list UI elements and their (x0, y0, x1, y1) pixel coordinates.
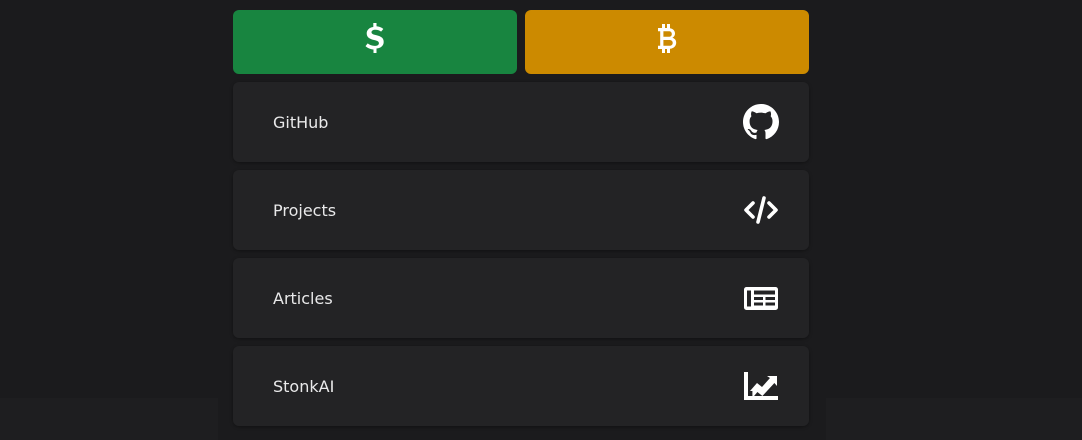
donate-row (233, 10, 809, 74)
bitcoin-icon (655, 22, 679, 62)
dollar-sign-icon (363, 22, 387, 62)
link-label: StonkAI (273, 376, 335, 396)
link-card-articles[interactable]: Articles (233, 258, 809, 338)
links-container: GitHub Projects Articles StonkAI (233, 10, 809, 434)
github-icon (743, 104, 779, 140)
link-label: Projects (273, 200, 337, 220)
link-card-projects[interactable]: Projects (233, 170, 809, 250)
donate-btc-button[interactable] (525, 10, 809, 74)
link-card-github[interactable]: GitHub (233, 82, 809, 162)
link-label: GitHub (273, 112, 329, 132)
chart-line-icon (743, 368, 779, 404)
link-label: Articles (273, 288, 333, 308)
donate-usd-button[interactable] (233, 10, 517, 74)
link-card-stonkai[interactable]: StonkAI (233, 346, 809, 426)
newspaper-icon (743, 280, 779, 316)
code-icon (743, 192, 779, 228)
